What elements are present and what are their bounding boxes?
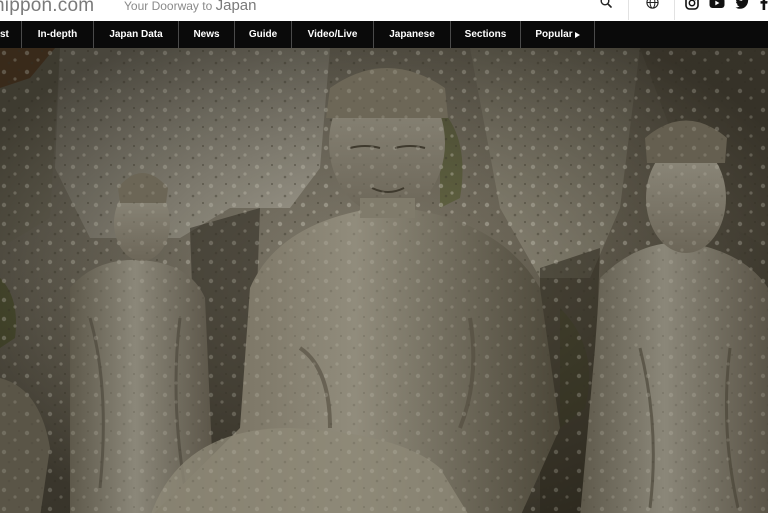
hero-image bbox=[0, 48, 768, 517]
search-button[interactable] bbox=[583, 0, 629, 20]
nav-label: Popular bbox=[535, 29, 573, 40]
nav-item-sections[interactable]: Sections bbox=[451, 21, 521, 48]
nav-label: Japanese bbox=[389, 29, 435, 40]
nav-label: In-depth bbox=[37, 29, 78, 40]
nav-label: Sections bbox=[464, 29, 507, 40]
search-icon bbox=[600, 0, 612, 8]
language-button[interactable] bbox=[629, 0, 675, 20]
twitter-icon[interactable] bbox=[735, 0, 750, 10]
header-tools bbox=[583, 0, 768, 20]
youtube-icon[interactable] bbox=[709, 0, 725, 10]
tagline-prefix: Your Doorway to bbox=[124, 0, 213, 13]
nav-label: News bbox=[193, 29, 220, 40]
nav-item-japanese[interactable]: Japanese bbox=[374, 21, 451, 48]
instagram-icon[interactable] bbox=[685, 0, 699, 10]
hero-bottom-edge bbox=[0, 513, 768, 517]
main-nav: st In-depth Japan Data News Guide Video/… bbox=[0, 21, 768, 48]
nav-item-japan-data[interactable]: Japan Data bbox=[94, 21, 179, 48]
nav-label: Japan Data bbox=[109, 29, 163, 40]
social-links bbox=[675, 0, 768, 16]
nav-item-popular[interactable]: Popular bbox=[521, 21, 595, 48]
nav-item-video-live[interactable]: Video/Live bbox=[292, 21, 374, 48]
site-logo[interactable]: nippon.com bbox=[0, 0, 94, 17]
logo-suffix: .com bbox=[52, 0, 95, 16]
nav-item-guide[interactable]: Guide bbox=[235, 21, 292, 48]
facebook-icon[interactable] bbox=[760, 0, 768, 10]
nav-label: Guide bbox=[248, 29, 278, 40]
nav-item-news[interactable]: News bbox=[179, 21, 235, 48]
nav-item-in-depth[interactable]: In-depth bbox=[22, 21, 94, 48]
tagline-emphasis: Japan bbox=[215, 0, 257, 14]
site-header: nippon.com Your Doorway to Japan bbox=[0, 0, 768, 20]
nav-item-latest[interactable]: st bbox=[0, 21, 22, 48]
logo-text: nippon bbox=[0, 0, 53, 16]
nav-label: Video/Live bbox=[307, 29, 358, 40]
caret-right-icon bbox=[574, 31, 580, 38]
nav-label: st bbox=[0, 29, 9, 40]
globe-icon bbox=[646, 0, 659, 9]
site-tagline: Your Doorway to Japan bbox=[124, 0, 257, 14]
